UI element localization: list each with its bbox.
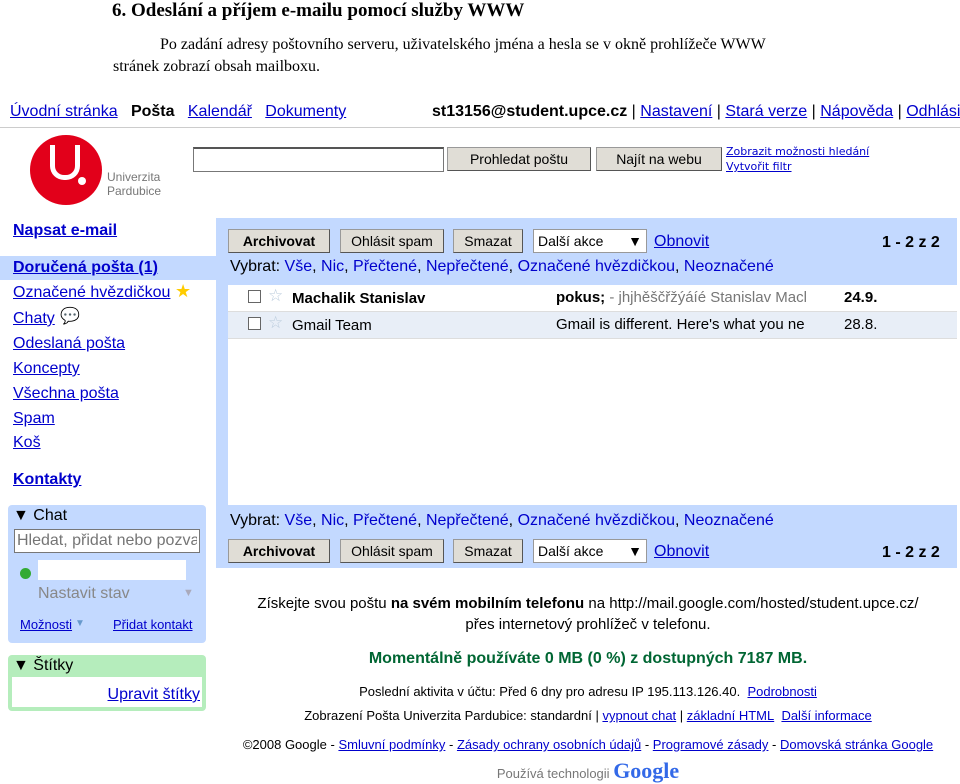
sidebar-item-drafts[interactable]: Koncepty (13, 360, 80, 378)
select-unstarred[interactable]: Neoznačené (684, 258, 774, 275)
settings-link[interactable]: Nastavení (640, 103, 712, 120)
sidebar-item-starred[interactable]: Označené hvězdičkou (13, 284, 170, 302)
message-date: 28.8. (844, 316, 878, 333)
nav-calendar[interactable]: Kalendář (188, 103, 252, 120)
search-web-button[interactable]: Najít na webu (596, 147, 722, 171)
quota-text: Momentálně používáte 0 MB (0 %) z dostup… (368, 650, 808, 667)
status-online-icon (20, 568, 31, 579)
nav-mail: Pošta (130, 103, 175, 120)
set-status[interactable]: Nastavit stav (38, 585, 130, 603)
help-link[interactable]: Nápověda (820, 103, 893, 120)
user-nav: st13156@student.upce.cz | Nastavení | St… (432, 103, 960, 121)
sidebar-item-spam[interactable]: Spam (13, 410, 55, 428)
mobile-promo: Získejte svou poštu na svém mobilním tel… (257, 595, 919, 612)
top-nav: Úvodní stránka Pošta Kalendář Dokumenty (10, 103, 346, 121)
star-outline-icon[interactable]: ☆ (268, 313, 283, 333)
search-options-link[interactable]: Zobrazit možnosti hledání (726, 145, 869, 158)
compose-link[interactable]: Napsat e-mail (13, 222, 117, 240)
edit-labels-link[interactable]: Upravit štítky (108, 686, 200, 704)
refresh-link[interactable]: Obnovit (654, 233, 709, 251)
nav-documents[interactable]: Dokumenty (265, 103, 346, 120)
chat-panel: ▼ Chat Nastavit stav ▼ Možnosti ▼ Přidat… (8, 505, 206, 643)
google-logo: Google (613, 758, 680, 783)
chat-options-link[interactable]: Možnosti (20, 617, 72, 632)
google-home-link[interactable]: Domovská stránka Google (780, 737, 933, 752)
message-from: Machalik Stanislav (292, 290, 426, 307)
message-count: 1 - 2 z 2 (882, 234, 940, 251)
message-count: 1 - 2 z 2 (882, 544, 940, 561)
program-policy-link[interactable]: Programové zásady (653, 737, 769, 752)
last-activity: Poslední aktivita v účtu: Před 6 dny pro… (359, 684, 817, 699)
basic-html-link[interactable]: základní HTML (687, 708, 774, 723)
sidebar-item-sent[interactable]: Odeslaná pošta (13, 335, 125, 353)
create-filter-link[interactable]: Vytvořit filtr (726, 160, 792, 173)
select-read[interactable]: Přečtené (353, 258, 417, 275)
select-none[interactable]: Nic (321, 258, 344, 275)
search-input[interactable] (193, 147, 444, 172)
details-link[interactable]: Podrobnosti (747, 684, 816, 699)
search-mail-button[interactable]: Prohledat poštu (447, 147, 591, 171)
message-subject: Gmail is different. Here's what you ne (556, 316, 805, 333)
message-date: 24.9. (844, 289, 878, 306)
chat-search-input[interactable] (14, 529, 200, 553)
privacy-link[interactable]: Zásady ochrany osobních údajů (457, 737, 641, 752)
nav-home[interactable]: Úvodní stránka (10, 103, 118, 120)
user-email: st13156@student.upce.cz (432, 103, 628, 120)
view-options: Zobrazení Pošta Univerzita Pardubice: st… (304, 708, 872, 723)
university-logo (30, 135, 102, 205)
chat-off-link[interactable]: vypnout chat (602, 708, 676, 723)
terms-link[interactable]: Smluvní podmínky (338, 737, 445, 752)
select-bar-bottom: Vybrat: Vše, Nic, Přečtené, Nepřečtené, … (230, 512, 774, 529)
status-dropdown-icon[interactable]: ▼ (183, 587, 194, 599)
document-paragraph-line2: stránek zobrazí obsah mailboxu. (113, 58, 321, 75)
sidebar-item-trash[interactable]: Koš (13, 434, 41, 452)
message-checkbox[interactable] (248, 290, 261, 303)
powered-by: Používá technologii Google (496, 758, 680, 783)
labels-toggle[interactable]: ▼ Štítky (13, 657, 73, 675)
sidebar-item-all[interactable]: Všechna pošta (13, 385, 119, 403)
add-contact-link[interactable]: Přidat kontakt (113, 617, 193, 632)
copyright-bar: ©2008 Google - Smluvní podmínky - Zásady… (242, 737, 934, 752)
report-spam-button[interactable]: Ohlásit spam (340, 539, 444, 563)
select-starred[interactable]: Označené hvězdičkou (518, 258, 675, 275)
sidebar-item-chats[interactable]: Chaty (13, 310, 55, 328)
sidebar-item-inbox[interactable]: Doručená pošta (1) (13, 259, 158, 277)
message-checkbox[interactable] (248, 317, 261, 330)
labels-panel: ▼ Štítky Upravit štítky (8, 655, 206, 711)
message-subject: pokus; - jhjhěščřžýáíé Stanislav Macl (556, 289, 807, 306)
redacted-name (38, 560, 186, 580)
message-row[interactable]: ☆ Gmail Team Gmail is different. Here's … (228, 312, 957, 339)
refresh-link[interactable]: Obnovit (654, 543, 709, 561)
message-from: Gmail Team (292, 317, 372, 334)
document-heading: 6. Odeslání a příjem e-mailu pomocí služ… (112, 0, 525, 21)
mobile-promo-line2: přes internetový prohlížeč v telefonu. (465, 616, 711, 633)
select-unread[interactable]: Nepřečtené (426, 258, 509, 275)
delete-button[interactable]: Smazat (453, 229, 523, 253)
logout-link[interactable]: Odhlásit (906, 103, 960, 120)
contacts-link[interactable]: Kontakty (13, 471, 81, 489)
archive-button[interactable]: Archivovat (228, 539, 330, 563)
divider (0, 127, 960, 128)
more-actions-select[interactable]: Další akce ▼ (533, 229, 647, 253)
report-spam-button[interactable]: Ohlásit spam (340, 229, 444, 253)
logo-text: Univerzita Pardubice (107, 170, 162, 198)
more-actions-select[interactable]: Další akce ▼ (533, 539, 647, 563)
old-version-link[interactable]: Stará verze (725, 103, 807, 120)
chat-bubble-icon: 💬 (60, 308, 80, 325)
select-all[interactable]: Vše (285, 258, 313, 275)
more-info-link[interactable]: Další informace (781, 708, 871, 723)
document-paragraph-line1: Po zadání adresy poštovního serveru, uži… (160, 36, 766, 53)
star-outline-icon[interactable]: ☆ (268, 286, 283, 306)
star-icon: ★ (175, 281, 192, 301)
delete-button[interactable]: Smazat (453, 539, 523, 563)
options-dropdown-icon: ▼ (75, 618, 85, 629)
select-bar-top: Vybrat: Vše, Nic, Přečtené, Nepřečtené, … (230, 258, 774, 275)
message-row[interactable]: ☆ Machalik Stanislav pokus; - jhjhěščřžý… (228, 285, 957, 312)
chat-toggle[interactable]: ▼ Chat (13, 507, 67, 525)
archive-button[interactable]: Archivovat (228, 229, 330, 253)
